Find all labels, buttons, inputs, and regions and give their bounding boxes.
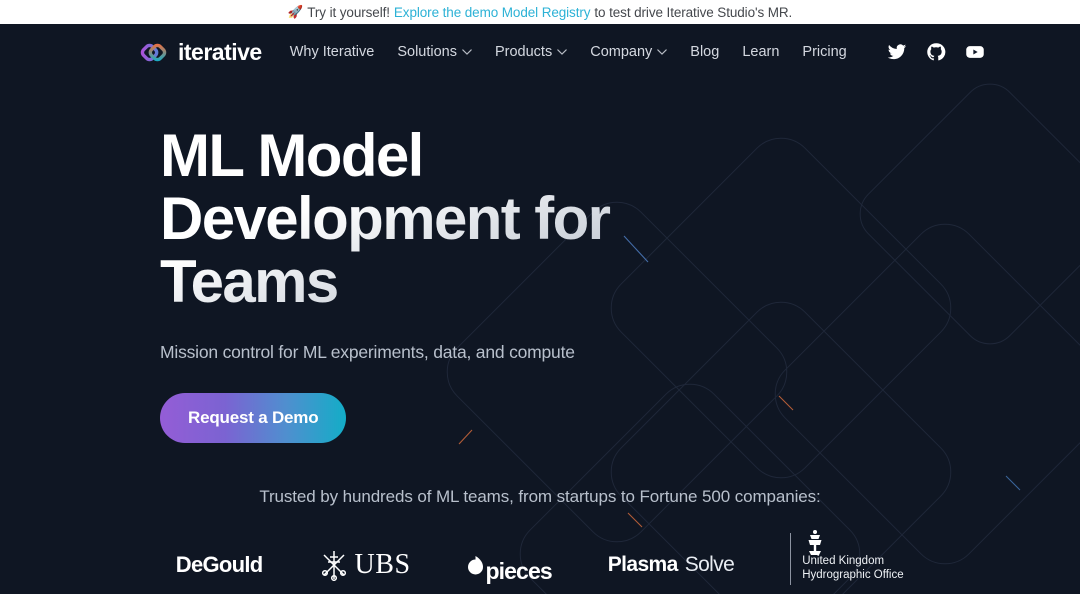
nav-label: Blog bbox=[690, 44, 720, 60]
twitter-link[interactable] bbox=[887, 42, 907, 62]
github-icon bbox=[926, 43, 946, 61]
ukho-logo: United Kingdom Hydrographic Office bbox=[790, 530, 914, 585]
request-demo-button[interactable]: Request a Demo bbox=[160, 393, 347, 443]
brand-name: iterative bbox=[178, 38, 262, 65]
ubs-logo: UBS bbox=[319, 545, 411, 585]
nav-item-why-iterative[interactable]: Why Iterative bbox=[290, 44, 375, 60]
social-links bbox=[887, 42, 985, 62]
ubs-logo-text: UBS bbox=[354, 549, 411, 580]
degould-logo-text: DeGould bbox=[175, 552, 263, 577]
hero-subtitle: Mission control for ML experiments, data… bbox=[160, 342, 575, 362]
nav-item-company[interactable]: Company bbox=[590, 44, 668, 60]
twitter-icon bbox=[887, 44, 906, 60]
brand-home-link[interactable]: iterative bbox=[140, 39, 262, 66]
demo-model-registry-link[interactable]: Explore the demo Model Registry bbox=[394, 5, 591, 20]
nav-item-pricing[interactable]: Pricing bbox=[802, 44, 846, 60]
nav-label: Why Iterative bbox=[289, 44, 375, 60]
main-navbar: iterative Why Iterative Solutions Produc… bbox=[0, 24, 1080, 80]
pieces-logo-text: pieces bbox=[485, 558, 553, 584]
plasmasolve-bold-text: Plasma bbox=[607, 553, 679, 576]
plasmasolve-light-text: Solve bbox=[684, 553, 735, 576]
nav-links: Why Iterative Solutions Products Company bbox=[290, 44, 847, 60]
chevron-down-icon bbox=[462, 49, 472, 55]
announcement-lead: Try it yourself! bbox=[307, 4, 390, 20]
youtube-link[interactable] bbox=[965, 42, 985, 62]
pieces-mark-icon bbox=[467, 556, 483, 575]
nav-label: Products bbox=[494, 44, 553, 60]
degould-logo: DeGould bbox=[176, 545, 263, 585]
chevron-down-icon bbox=[657, 49, 668, 55]
ukho-crest-icon bbox=[808, 530, 822, 555]
chevron-down-icon bbox=[557, 49, 567, 55]
youtube-icon bbox=[965, 46, 984, 58]
nav-label: Solutions bbox=[397, 44, 457, 60]
pieces-logo: pieces bbox=[467, 545, 553, 585]
page-title: ML Model Development for Teams bbox=[160, 124, 630, 313]
rocket-icon: 🚀 bbox=[287, 4, 304, 19]
nav-item-products[interactable]: Products bbox=[495, 44, 567, 60]
nav-label: Pricing bbox=[802, 44, 847, 60]
ubs-keys-icon bbox=[321, 551, 346, 581]
iterative-logo-icon bbox=[140, 43, 167, 61]
nav-label: Company bbox=[590, 44, 653, 60]
announcement-tail: to test drive Iterative Studio's MR. bbox=[594, 4, 793, 20]
nav-item-solutions[interactable]: Solutions bbox=[397, 44, 472, 60]
trusted-by-heading: Trusted by hundreds of ML teams, from st… bbox=[259, 487, 821, 506]
plasmasolve-logo: Plasma Solve bbox=[607, 545, 735, 585]
nav-item-blog[interactable]: Blog bbox=[690, 44, 719, 60]
customer-logos: DeGould UBS pieces Plasma Solve United K… bbox=[0, 530, 1080, 585]
hero-page: iterative Why Iterative Solutions Produc… bbox=[0, 24, 1080, 594]
github-link[interactable] bbox=[926, 42, 946, 62]
announcement-banner: 🚀 Try it yourself! Explore the demo Mode… bbox=[0, 0, 1080, 24]
nav-item-learn[interactable]: Learn bbox=[742, 44, 779, 60]
ukho-line-2: Hydrographic Office bbox=[802, 568, 904, 581]
hero-section: ML Model Development for Teams Mission c… bbox=[0, 80, 1080, 443]
nav-label: Learn bbox=[742, 44, 780, 60]
